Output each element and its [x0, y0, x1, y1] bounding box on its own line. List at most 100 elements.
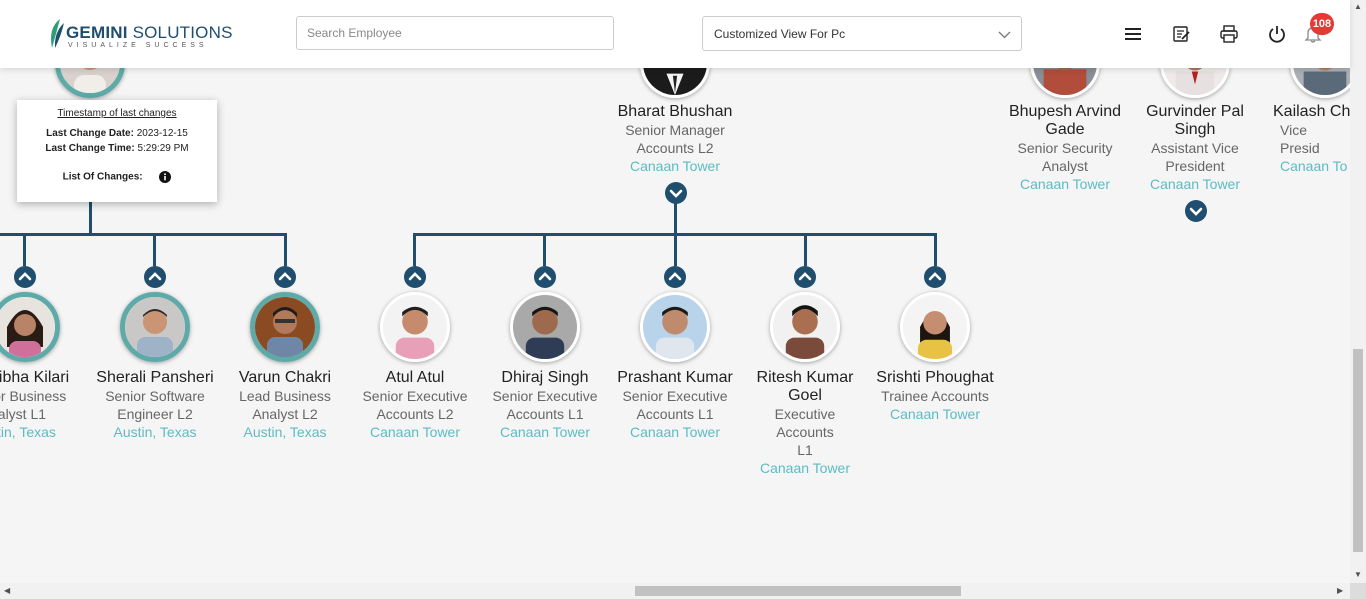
employee-name: Varun Chakri: [238, 369, 332, 386]
tooltip-title: Timestamp of last changes: [57, 108, 177, 119]
connector-line: [674, 200, 677, 235]
employee-photo-avatar[interactable]: [120, 292, 190, 362]
employee-card[interactable]: Varun Chakri Lead Business Analyst L2 Au…: [210, 369, 360, 441]
collapse-chevron-up-icon[interactable]: [534, 266, 556, 288]
employee-designation: Assistant Vice President: [1151, 140, 1239, 174]
print-icon[interactable]: [1219, 24, 1239, 44]
employee-photo-avatar[interactable]: [900, 292, 970, 362]
employee-location: Canaan Tower: [1149, 176, 1241, 192]
connector-line: [413, 233, 416, 266]
employee-location: Canaan To: [1280, 158, 1348, 174]
employee-location: Canaan Tower: [889, 406, 981, 422]
employee-location: Canaan Tower: [499, 424, 591, 440]
employee-designation: Senior Security Analyst: [1017, 140, 1113, 174]
notification-badge[interactable]: 108: [1310, 13, 1334, 35]
employee-photo-avatar[interactable]: [250, 292, 320, 362]
employee-location: Canaan Tower: [369, 424, 461, 440]
expand-chevron-down-icon[interactable]: [1185, 200, 1207, 222]
employee-name: hibha Kilari: [0, 369, 70, 386]
employee-name: Bharat Bhushan: [617, 103, 733, 120]
employee-name: Dhiraj Singh: [501, 369, 589, 386]
employee-photo-avatar[interactable]: [380, 292, 450, 362]
employee-designation: ior Business: [0, 388, 67, 404]
view-select-value: Customized View For Pc: [714, 27, 846, 41]
last-change-date-value: 2023-12-15: [136, 128, 188, 139]
collapse-chevron-up-icon[interactable]: [924, 266, 946, 288]
employee-designation: Senior Executive Accounts L2: [362, 388, 468, 422]
employee-designation: Vice Presid: [1280, 122, 1320, 156]
connector-line: [89, 200, 92, 235]
employee-photo-avatar[interactable]: [770, 292, 840, 362]
employee-card[interactable]: hibha Kilari ior Business nalyst L1 stin…: [0, 369, 90, 441]
employee-name: Gurvinder Pal Singh: [1146, 103, 1244, 138]
logo-name: GEMINI SOLUTIONS: [66, 23, 233, 43]
connector-line: [804, 233, 807, 266]
employee-name: Srishti Phoughat: [876, 369, 994, 386]
employee-location: Canaan Tower: [1019, 176, 1111, 192]
employee-name: Bhupesh Arvind Gade: [1008, 103, 1122, 138]
employee-designation: Senior Executive Accounts L1: [492, 388, 598, 422]
employee-card[interactable]: Bharat Bhushan Senior Manager Accounts L…: [600, 103, 750, 175]
employee-photo-avatar[interactable]: [510, 292, 580, 362]
connector-line: [0, 233, 287, 236]
employee-designation: Senior Manager Accounts L2: [625, 122, 725, 156]
employee-location: Canaan Tower: [629, 424, 721, 440]
vertical-scroll-thumb[interactable]: [1353, 349, 1363, 552]
employee-card[interactable]: Prashant Kumar Senior Executive Accounts…: [600, 369, 750, 441]
logo-tagline: VISUALIZE SUCCESS: [68, 42, 208, 49]
last-changes-tooltip: Timestamp of last changes Last Change Da…: [17, 100, 217, 202]
horizontal-scroll-thumb[interactable]: [635, 586, 961, 596]
scroll-down-arrow-icon[interactable]: ▼: [1354, 570, 1362, 579]
chevron-down-icon: [998, 31, 1011, 39]
collapse-chevron-up-icon[interactable]: [794, 266, 816, 288]
search-employee-input[interactable]: [296, 16, 614, 50]
employee-name: Sherali Pansheri: [96, 369, 214, 386]
employee-name: Atul Atul: [385, 369, 445, 386]
menu-icon[interactable]: [1123, 24, 1143, 44]
connector-line: [23, 233, 26, 266]
view-select-dropdown[interactable]: Customized View For Pc: [702, 16, 1022, 51]
vertical-scrollbar[interactable]: ▲ ▼: [1350, 0, 1366, 583]
employee-card[interactable]: Bhupesh Arvind Gade Senior Security Anal…: [990, 103, 1140, 193]
collapse-chevron-up-icon[interactable]: [404, 266, 426, 288]
employee-card[interactable]: Srishti Phoughat Trainee Accounts Canaan…: [860, 369, 1010, 423]
connector-line: [674, 233, 677, 266]
collapse-chevron-up-icon[interactable]: [14, 266, 36, 288]
leaf-logo-icon: [51, 19, 64, 48]
connector-line: [284, 233, 287, 266]
collapse-chevron-up-icon[interactable]: [144, 266, 166, 288]
employee-designation: Senior Executive Accounts L1: [622, 388, 728, 422]
employee-location: Canaan Tower: [759, 460, 851, 476]
employee-card[interactable]: Atul Atul Senior Executive Accounts L2 C…: [340, 369, 490, 441]
power-icon[interactable]: [1267, 24, 1287, 44]
employee-card[interactable]: Ritesh Kumar Goel Executive Accounts L1 …: [730, 369, 880, 477]
employee-photo-avatar[interactable]: [640, 292, 710, 362]
employee-card[interactable]: Gurvinder Pal Singh Assistant Vice Presi…: [1120, 103, 1270, 193]
horizontal-scrollbar[interactable]: ◀ ▶: [0, 583, 1350, 599]
connector-line: [153, 233, 156, 266]
scroll-right-arrow-icon[interactable]: ▶: [1337, 586, 1343, 595]
list-of-changes-label: List Of Changes:: [62, 171, 143, 183]
connector-line: [934, 233, 937, 266]
scroll-up-arrow-icon[interactable]: ▲: [1354, 2, 1362, 11]
list-of-changes-row: List Of Changes:: [17, 171, 217, 183]
employee-photo-avatar[interactable]: [0, 292, 60, 362]
logo-name-light: SOLUTIONS: [127, 23, 233, 42]
last-change-time-label: Last Change Time:: [45, 143, 135, 154]
employee-name: Kailash Ch: [1273, 103, 1350, 120]
collapse-chevron-up-icon[interactable]: [664, 266, 686, 288]
employee-name: Ritesh Kumar Goel: [756, 369, 854, 404]
logo-name-bold: GEMINI: [66, 23, 128, 42]
scroll-left-arrow-icon[interactable]: ◀: [4, 586, 10, 595]
collapse-chevron-up-icon[interactable]: [274, 266, 296, 288]
info-icon[interactable]: [159, 171, 172, 183]
employee-card[interactable]: Sherali Pansheri Senior Software Enginee…: [80, 369, 230, 441]
employee-location: Canaan Tower: [629, 158, 721, 174]
edit-note-icon[interactable]: [1171, 24, 1191, 44]
employee-card[interactable]: Kailash Ch Vice Presid Canaan To: [1250, 103, 1350, 175]
employee-name: Prashant Kumar: [617, 369, 733, 386]
last-change-date-row: Last Change Date: 2023-12-15: [17, 128, 217, 139]
employee-card[interactable]: Dhiraj Singh Senior Executive Accounts L…: [470, 369, 620, 441]
last-change-time-value: 5:29:29 PM: [137, 143, 189, 154]
employee-designation-line2: nalyst L1: [0, 406, 47, 422]
